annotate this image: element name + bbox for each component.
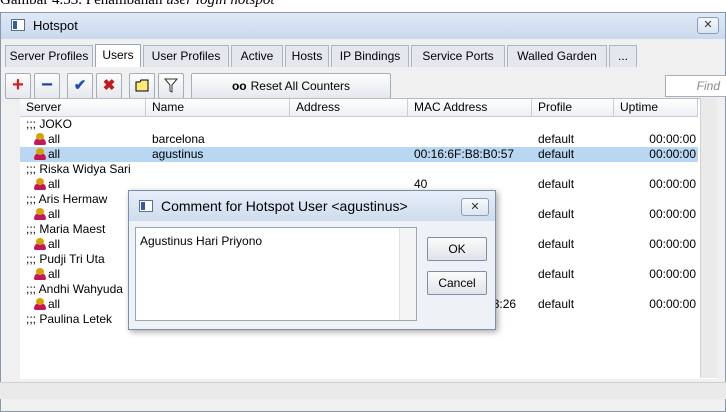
- dialog-close-button[interactable]: ✕: [461, 198, 489, 216]
- tab-active[interactable]: Active: [231, 45, 283, 67]
- server-cell: all: [48, 267, 61, 281]
- ok-button[interactable]: OK: [427, 237, 487, 261]
- window-title: Hotspot: [33, 18, 78, 33]
- close-button[interactable]: ✕: [697, 17, 719, 34]
- server-cell: all: [48, 177, 61, 191]
- dialog-title: Comment for Hotspot User <agustinus>: [161, 198, 408, 214]
- user-icon: [34, 133, 46, 145]
- add-button[interactable]: +: [5, 73, 31, 99]
- minus-icon: −: [41, 74, 53, 96]
- user-icon: [34, 298, 46, 310]
- column-header-mac-address[interactable]: MAC Address: [408, 99, 532, 117]
- user-icon: [34, 208, 46, 220]
- profile-cell: default: [538, 237, 575, 251]
- column-header-address[interactable]: Address: [290, 99, 408, 117]
- tab-users[interactable]: Users: [95, 44, 141, 67]
- profile-cell: default: [538, 267, 575, 281]
- x-icon: ✖: [102, 77, 116, 94]
- comment-icon: [135, 79, 149, 92]
- uptime-cell: 00:00:00: [649, 132, 696, 146]
- comment-textarea[interactable]: Agustinus Hari Priyono: [135, 227, 417, 321]
- uptime-cell: 00:00:00: [649, 267, 696, 281]
- tab-walled-garden[interactable]: Walled Garden: [507, 45, 607, 67]
- group-comment: ;;; Pudji Tri Uta: [26, 252, 105, 266]
- figure-caption: Gambar 4.33. Penambahan user login hotsp…: [0, 0, 726, 12]
- column-header-server[interactable]: Server: [20, 99, 146, 117]
- mac-cell: 00:16:6F:B8:B0:57: [414, 147, 515, 161]
- tab-service-ports[interactable]: Service Ports: [411, 45, 505, 67]
- group-comment: ;;; Maria Maest: [26, 222, 106, 236]
- filter-button[interactable]: [158, 73, 184, 99]
- uptime-cell: 00:00:00: [649, 237, 696, 251]
- disable-button[interactable]: ✖: [96, 73, 122, 99]
- server-cell: all: [48, 207, 61, 221]
- profile-cell: default: [538, 147, 575, 161]
- user-icon: [34, 148, 46, 160]
- server-cell: all: [48, 147, 61, 161]
- table-row[interactable]: all agustinus 00:16:6F:B8:B0:57 default 00:0…: [20, 147, 698, 162]
- cancel-button[interactable]: Cancel: [427, 271, 487, 295]
- group-comment-row[interactable]: ;;; JOKO: [20, 117, 698, 132]
- uptime-cell: 00:00:00: [649, 297, 696, 311]
- name-cell: agustinus: [152, 147, 204, 161]
- profile-cell: default: [538, 132, 575, 146]
- name-cell: barcelona: [152, 132, 205, 146]
- group-comment: ;;; Riska Widya Sari: [26, 162, 131, 176]
- server-cell: all: [48, 132, 61, 146]
- column-header-profile[interactable]: Profile: [532, 99, 614, 117]
- group-comment: ;;; Andhi Wahyuda: [26, 282, 123, 296]
- column-header-name[interactable]: Name: [146, 99, 290, 117]
- check-icon: ✔: [73, 77, 87, 94]
- dialog-title-bar: Comment for Hotspot User <agustinus> ✕: [129, 191, 495, 221]
- vertical-scrollbar[interactable]: [700, 98, 717, 378]
- title-bar: Hotspot ✕: [1, 13, 725, 39]
- plus-icon: +: [12, 74, 24, 96]
- reset-label: Reset All Counters: [250, 79, 351, 93]
- filter-icon: [163, 78, 179, 93]
- caption-italic: user login hotspot: [166, 0, 275, 8]
- uptime-cell: 00:00:00: [649, 147, 696, 161]
- group-comment: ;;; Paulina Letek: [26, 312, 113, 326]
- horizontal-scrollbar[interactable]: [0, 382, 726, 399]
- reset-all-counters-button[interactable]: oo Reset All Counters: [191, 73, 391, 99]
- caption-text: Gambar 4.33. Penambahan: [0, 0, 167, 8]
- profile-cell: default: [538, 177, 575, 191]
- server-cell: all: [48, 297, 61, 311]
- server-cell: all: [48, 237, 61, 251]
- window-icon: [11, 19, 25, 31]
- comment-button[interactable]: [129, 73, 155, 99]
- group-comment-row[interactable]: ;;; Riska Widya Sari: [20, 162, 698, 177]
- uptime-cell: 00:00:00: [649, 207, 696, 221]
- group-comment: ;;; JOKO: [26, 117, 73, 131]
- profile-cell: default: [538, 297, 575, 311]
- tab-user-profiles[interactable]: User Profiles: [143, 45, 229, 67]
- uptime-cell: 00:00:00: [649, 177, 696, 191]
- remove-button[interactable]: −: [34, 73, 60, 99]
- tab-server-profiles[interactable]: Server Profiles: [5, 45, 93, 67]
- user-icon: [34, 178, 46, 190]
- tab-more[interactable]: ...: [609, 45, 637, 67]
- enable-button[interactable]: ✔: [67, 73, 93, 99]
- comment-scrollbar[interactable]: [399, 228, 416, 320]
- table-row[interactable]: all barcelona default 00:00:00: [20, 132, 698, 147]
- tab-ip-bindings[interactable]: IP Bindings: [331, 45, 409, 67]
- group-comment: ;;; Aris Hermaw: [26, 192, 108, 206]
- tab-hosts[interactable]: Hosts: [285, 45, 329, 67]
- user-icon: [34, 268, 46, 280]
- comment-dialog: Comment for Hotspot User <agustinus> ✕ A…: [128, 190, 496, 330]
- dialog-window-icon: [139, 200, 153, 212]
- comment-text: Agustinus Hari Priyono: [140, 234, 263, 248]
- column-header-uptime[interactable]: Uptime: [614, 99, 698, 117]
- counter-icon: oo: [231, 79, 247, 93]
- profile-cell: default: [538, 207, 575, 221]
- find-input[interactable]: Find: [665, 75, 726, 97]
- user-icon: [34, 238, 46, 250]
